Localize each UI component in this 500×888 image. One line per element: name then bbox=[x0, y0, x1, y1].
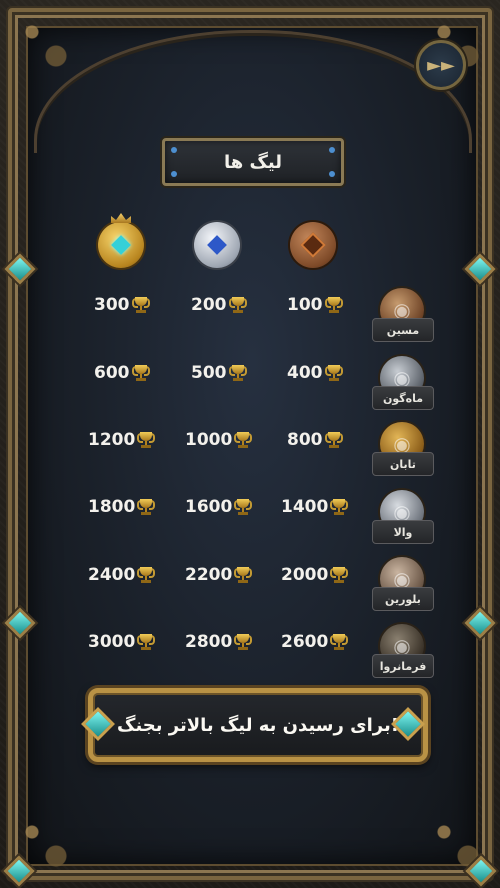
trophy-cell: 2000 bbox=[281, 563, 349, 587]
trophy-icon bbox=[330, 566, 349, 584]
league-label: تابان bbox=[372, 452, 434, 476]
trophy-cell: 100 bbox=[287, 293, 343, 317]
trophy-icon bbox=[324, 431, 343, 449]
league-emblem: ◉ والا bbox=[370, 490, 434, 550]
title-plate: لیگ ها bbox=[162, 138, 344, 186]
gold-medal-icon bbox=[98, 213, 144, 268]
trophy-icon bbox=[137, 498, 156, 516]
trophy-icon bbox=[234, 633, 253, 651]
league-label: والا bbox=[372, 520, 434, 544]
trophy-cell: 1000 bbox=[185, 428, 253, 452]
trophy-icon bbox=[131, 296, 150, 314]
silver-medal-icon bbox=[194, 222, 240, 268]
trophy-cell: 2800 bbox=[185, 630, 253, 654]
trophy-icon bbox=[137, 633, 156, 651]
league-emblem: ◉ ماه‌گون bbox=[370, 356, 434, 416]
trophy-cell: 2400 bbox=[88, 563, 156, 587]
trophy-cell: 2600 bbox=[281, 630, 349, 654]
league-emblem: ◉ فرمانروا bbox=[370, 624, 434, 684]
page-title: لیگ ها bbox=[223, 151, 283, 173]
message-banner: برای رسیدن به لیگ بالاتر بجنگ! bbox=[88, 688, 428, 762]
banner-text: برای رسیدن به لیگ بالاتر بجنگ! bbox=[117, 714, 399, 736]
trophy-cell: 400 bbox=[287, 361, 343, 385]
trophy-cell: 300 bbox=[94, 293, 150, 317]
trophy-icon bbox=[234, 498, 253, 516]
trophy-icon bbox=[330, 633, 349, 651]
league-emblem: ◉ تابان bbox=[370, 422, 434, 482]
double-arrow-icon: ►► bbox=[427, 54, 455, 76]
trophy-cell: 800 bbox=[287, 428, 343, 452]
trophy-cell: 3000 bbox=[88, 630, 156, 654]
trophy-icon bbox=[324, 296, 343, 314]
league-label: فرمانروا bbox=[372, 654, 434, 678]
trophy-icon bbox=[137, 431, 156, 449]
league-label: بلورین bbox=[372, 587, 434, 611]
league-label: مسین bbox=[372, 318, 434, 342]
trophy-cell: 1600 bbox=[185, 495, 253, 519]
trophy-icon bbox=[228, 364, 247, 382]
trophy-icon bbox=[324, 364, 343, 382]
trophy-cell: 1200 bbox=[88, 428, 156, 452]
corner-ornament-icon bbox=[14, 14, 74, 74]
trophy-cell: 200 bbox=[191, 293, 247, 317]
trophy-cell: 600 bbox=[94, 361, 150, 385]
trophy-icon bbox=[228, 296, 247, 314]
trophy-icon bbox=[330, 498, 349, 516]
trophy-icon bbox=[234, 566, 253, 584]
trophy-cell: 1800 bbox=[88, 495, 156, 519]
trophy-icon bbox=[137, 566, 156, 584]
bronze-medal-icon bbox=[290, 222, 336, 268]
league-emblem: ◉ مسین bbox=[370, 288, 434, 348]
trophy-icon bbox=[131, 364, 150, 382]
league-emblem: ◉ بلورین bbox=[370, 557, 434, 617]
league-label: ماه‌گون bbox=[372, 386, 434, 410]
trophy-cell: 2200 bbox=[185, 563, 253, 587]
trophy-icon bbox=[234, 431, 253, 449]
trophy-cell: 1400 bbox=[281, 495, 349, 519]
back-button[interactable]: ►► bbox=[416, 40, 466, 90]
trophy-cell: 500 bbox=[191, 361, 247, 385]
